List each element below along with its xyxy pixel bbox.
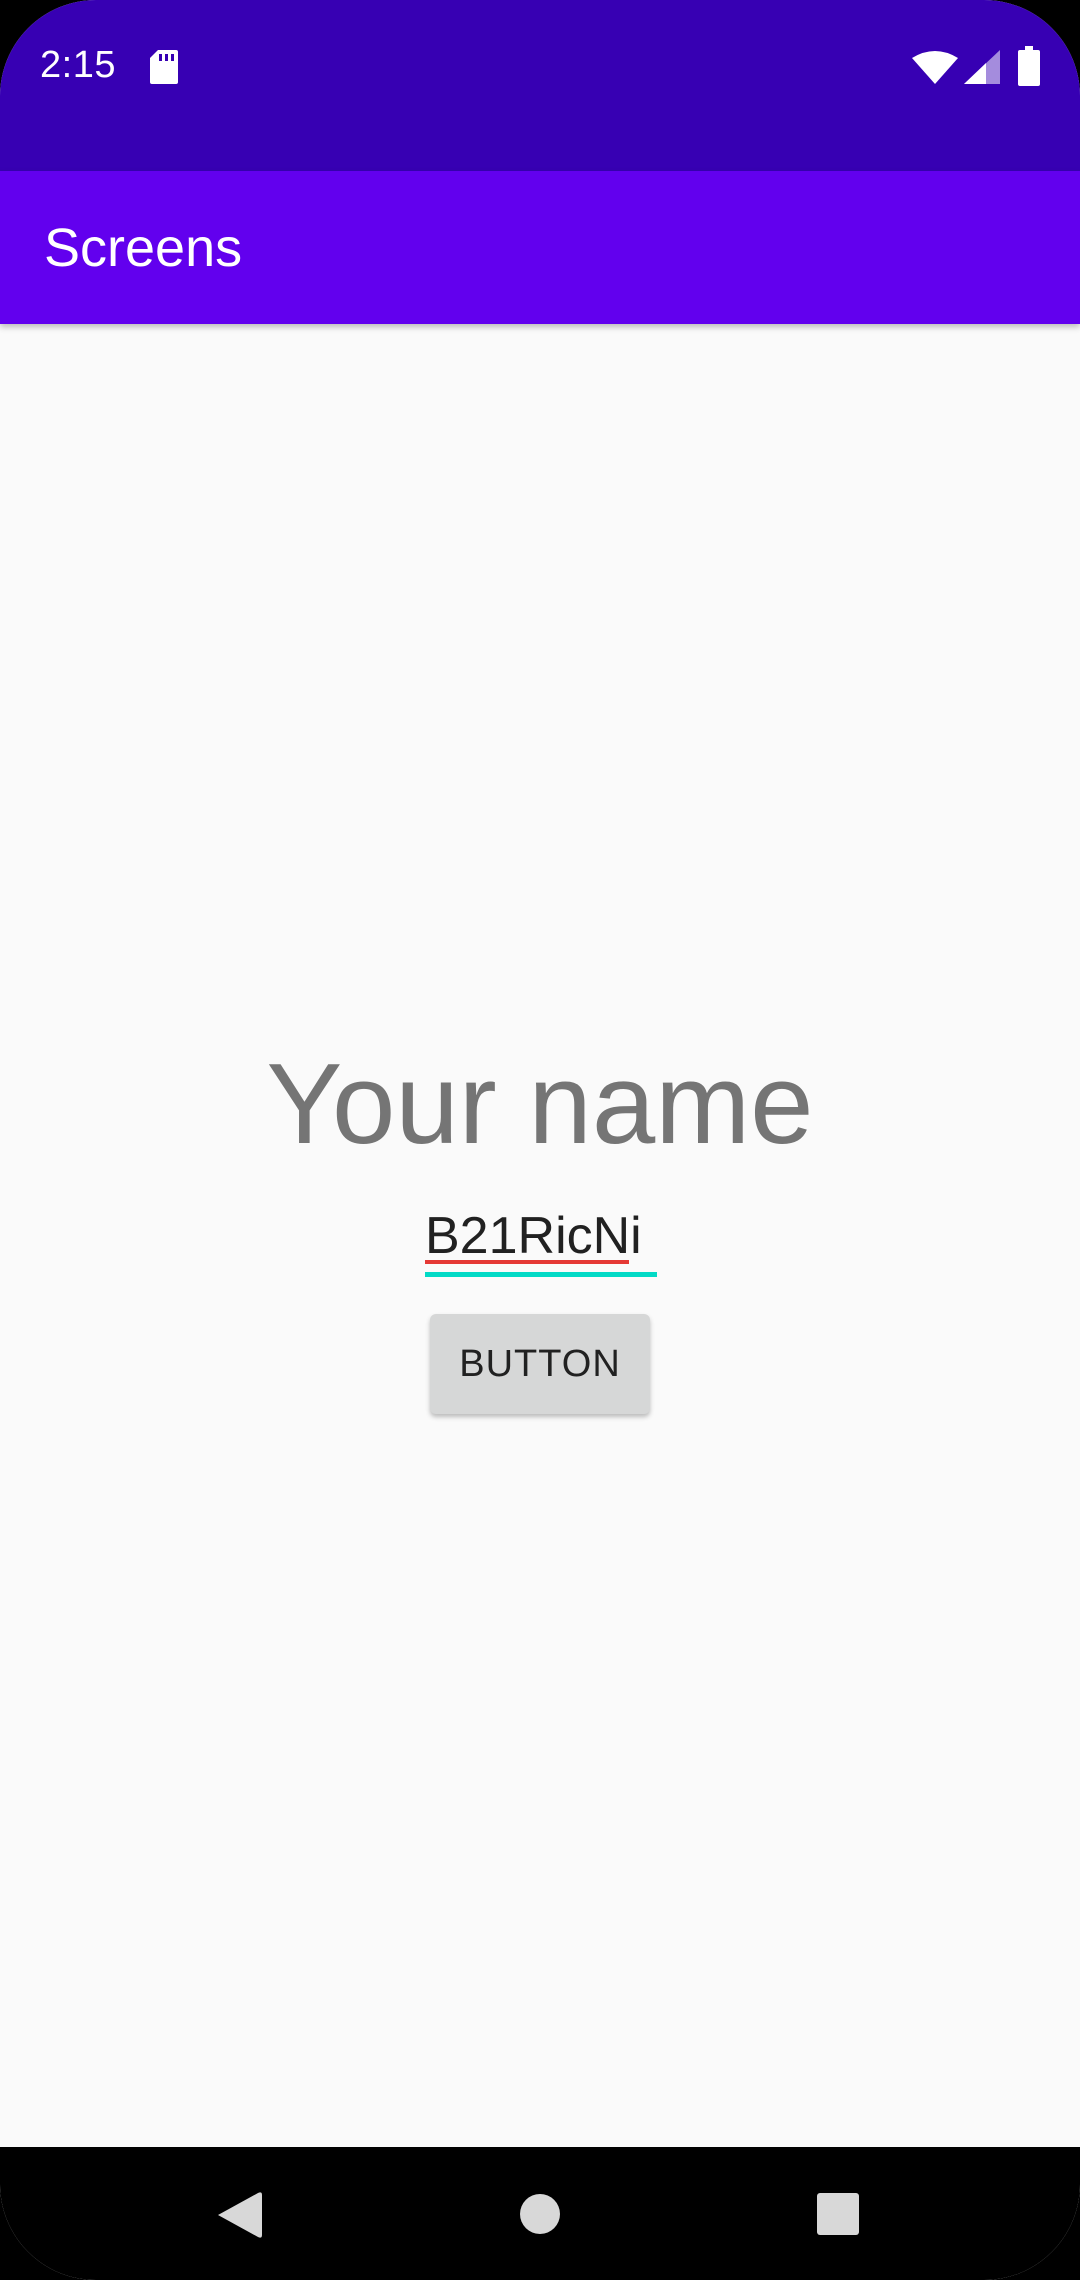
your-name-heading: Your name: [266, 1041, 814, 1168]
app-screen: 2:15 Screens Your name B21RicNi BUTTON: [0, 0, 1080, 2280]
spellcheck-underline: [425, 1260, 629, 1264]
name-input-value[interactable]: B21RicNi: [425, 1206, 642, 1266]
navigation-bar: [0, 2147, 1080, 2280]
cell-signal-icon: [964, 50, 1000, 84]
wifi-icon: [912, 51, 958, 84]
name-input[interactable]: B21RicNi: [425, 1198, 657, 1278]
recents-icon[interactable]: [817, 2193, 859, 2235]
app-title: Screens: [44, 218, 243, 278]
status-time: 2:15: [40, 44, 116, 86]
sd-card-icon: [150, 50, 178, 84]
battery-icon: [1018, 46, 1040, 86]
status-bar: 2:15: [0, 0, 1080, 171]
home-icon[interactable]: [519, 2193, 561, 2235]
back-icon[interactable]: [218, 2191, 262, 2239]
input-underline: [425, 1272, 657, 1277]
app-bar: Screens: [0, 171, 1080, 324]
submit-button[interactable]: BUTTON: [430, 1314, 650, 1414]
